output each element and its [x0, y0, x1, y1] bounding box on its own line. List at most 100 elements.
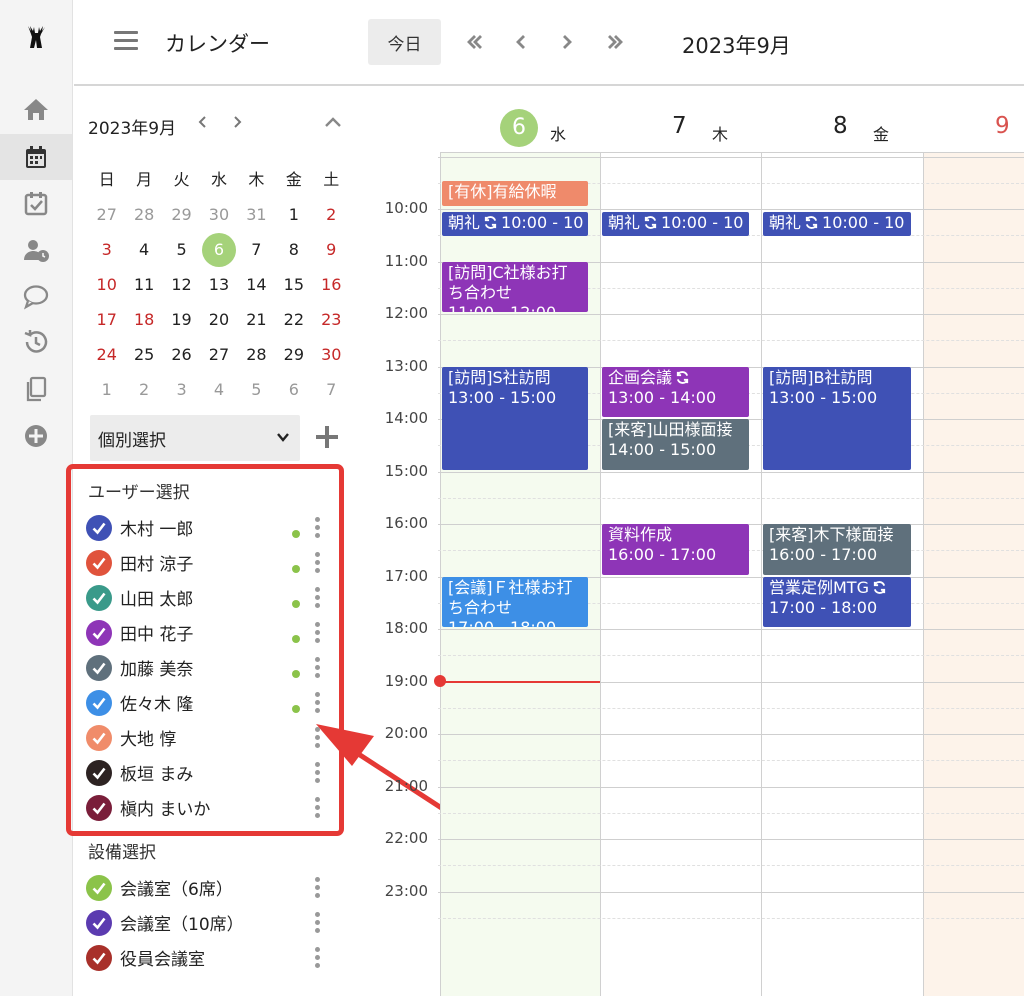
- day-cell[interactable]: 24: [88, 337, 125, 372]
- calendar-event[interactable]: [有休]有給休暇: [442, 181, 588, 206]
- day-cell[interactable]: 17: [88, 302, 125, 337]
- chat-bubble-icon[interactable]: [0, 273, 72, 319]
- next-week-icon[interactable]: [552, 25, 582, 59]
- calendar-event[interactable]: 企画会議 13:00 - 14:00: [602, 366, 749, 417]
- home-icon[interactable]: [0, 86, 72, 132]
- mini-prev-icon[interactable]: [196, 114, 212, 134]
- day-cell[interactable]: 12: [163, 267, 200, 302]
- calendar-event[interactable]: [来客]山田様面接 14:00 - 15:00: [602, 419, 749, 470]
- day-cell[interactable]: 8: [275, 232, 312, 267]
- day-cell[interactable]: 30: [200, 197, 237, 232]
- day-cell[interactable]: 7: [313, 372, 350, 407]
- more-options-icon[interactable]: [313, 947, 321, 969]
- user-row[interactable]: 役員会議室: [86, 940, 336, 975]
- day-cell[interactable]: 5: [163, 232, 200, 267]
- day-cell[interactable]: 5: [238, 372, 275, 407]
- logo-deer-icon[interactable]: [0, 14, 72, 60]
- calendar-event[interactable]: 朝礼 10:00 - 10: [602, 212, 749, 236]
- day-header[interactable]: 9: [923, 87, 1024, 153]
- equipment-list: 会議室（6席） 会議室（10席） 役員会議室: [86, 870, 336, 975]
- day-cell[interactable]: 13: [200, 267, 237, 302]
- day-cell[interactable]: 1: [275, 197, 312, 232]
- day-cell[interactable]: 19: [163, 302, 200, 337]
- add-circle-icon[interactable]: [0, 413, 72, 459]
- calendar-event[interactable]: [来客]木下様面接 16:00 - 17:00: [763, 524, 911, 575]
- user-name: 役員会議室: [120, 950, 205, 970]
- more-options-icon[interactable]: [313, 912, 321, 934]
- day-cell[interactable]: 2: [125, 372, 162, 407]
- hamburger-icon[interactable]: [114, 31, 138, 51]
- calendar-event[interactable]: [訪問]C社様お打ち合わせ 11:00 - 12:00: [442, 261, 588, 312]
- day-cell[interactable]: 10: [88, 267, 125, 302]
- today-button[interactable]: 今日: [368, 19, 441, 65]
- top-header: カレンダー 今日 2023年9月: [74, 0, 1024, 86]
- day-cell[interactable]: 25: [125, 337, 162, 372]
- day-cell[interactable]: 4: [200, 372, 237, 407]
- selected-day[interactable]: 6: [201, 233, 236, 267]
- calendar-event[interactable]: 営業定例MTG 17:00 - 18:00: [763, 576, 911, 627]
- day-cell[interactable]: 29: [275, 337, 312, 372]
- calendar-event[interactable]: 朝礼 10:00 - 10: [442, 212, 588, 236]
- history-icon[interactable]: [0, 319, 72, 365]
- day-cell[interactable]: 1: [88, 372, 125, 407]
- day-cell[interactable]: 7: [238, 232, 275, 267]
- user-row[interactable]: 会議室（10席）: [86, 905, 336, 940]
- day-cell[interactable]: 22: [275, 302, 312, 337]
- day-cell[interactable]: 27: [88, 197, 125, 232]
- day-cell[interactable]: 3: [88, 232, 125, 267]
- checked-icon[interactable]: [86, 874, 112, 901]
- prev-week-icon[interactable]: [506, 25, 536, 59]
- day-cell[interactable]: 6: [275, 372, 312, 407]
- checked-icon[interactable]: [86, 909, 112, 936]
- day-cell[interactable]: 21: [238, 302, 275, 337]
- day-cell[interactable]: 16: [313, 267, 350, 302]
- checked-icon[interactable]: [86, 944, 112, 971]
- day-cell[interactable]: 31: [238, 197, 275, 232]
- mini-next-icon[interactable]: [230, 114, 246, 134]
- event-title: [訪問]C社様お打ち合わせ: [448, 262, 568, 302]
- calendar-event[interactable]: 資料作成 16:00 - 17:00: [602, 524, 749, 575]
- collapse-chevron-up-icon[interactable]: [322, 112, 344, 134]
- user-clock-icon[interactable]: [0, 227, 72, 273]
- day-cell[interactable]: 20: [200, 302, 237, 337]
- day-cell[interactable]: 27: [200, 337, 237, 372]
- event-time: 10:00 - 10: [501, 213, 584, 232]
- day-cell[interactable]: 9: [313, 232, 350, 267]
- group-select[interactable]: 個別選択: [90, 415, 300, 461]
- day-cell[interactable]: 2: [313, 197, 350, 232]
- day-cell[interactable]: 29: [163, 197, 200, 232]
- calendar-event[interactable]: 朝礼 10:00 - 10: [763, 212, 911, 236]
- prev-month-icon[interactable]: [460, 25, 490, 59]
- day-cell[interactable]: 14: [238, 267, 275, 302]
- day-cell[interactable]: 30: [313, 337, 350, 372]
- day-cell[interactable]: 6: [200, 232, 237, 267]
- time-label: 14:00: [384, 409, 428, 427]
- hour-line: [438, 629, 1024, 630]
- day-cell[interactable]: 26: [163, 337, 200, 372]
- task-check-icon[interactable]: [0, 180, 72, 226]
- calendar-event[interactable]: [会議]Ｆ社様お打ち合わせ 17:00 - 18:00: [442, 576, 588, 627]
- day-cell[interactable]: 3: [163, 372, 200, 407]
- day-cell[interactable]: 11: [125, 267, 162, 302]
- add-plus-icon[interactable]: [314, 424, 340, 450]
- day-cell[interactable]: 15: [275, 267, 312, 302]
- time-label: 15:00: [384, 461, 428, 480]
- next-month-icon[interactable]: [600, 25, 630, 59]
- day-header[interactable]: 6水: [440, 87, 600, 153]
- day-cell[interactable]: 18: [125, 302, 162, 337]
- event-time: 17:00 - 18:00: [769, 597, 878, 617]
- more-options-icon[interactable]: [313, 877, 321, 899]
- event-time: 14:00 - 15:00: [608, 440, 717, 459]
- day-cell[interactable]: 23: [313, 302, 350, 337]
- day-header[interactable]: 7木: [600, 87, 761, 153]
- day-cell[interactable]: 28: [125, 197, 162, 232]
- calendar-event[interactable]: [訪問]S社訪問 13:00 - 15:00: [442, 366, 588, 470]
- day-header[interactable]: 8金: [761, 87, 923, 153]
- calendar-event[interactable]: [訪問]B社訪問 13:00 - 15:00: [763, 366, 911, 470]
- day-cell[interactable]: 4: [125, 232, 162, 267]
- event-time: 13:00 - 15:00: [448, 387, 557, 407]
- day-cell[interactable]: 28: [238, 337, 275, 372]
- calendar-icon[interactable]: [0, 134, 72, 180]
- copy-documents-icon[interactable]: [0, 366, 72, 412]
- user-row[interactable]: 会議室（6席）: [86, 870, 336, 905]
